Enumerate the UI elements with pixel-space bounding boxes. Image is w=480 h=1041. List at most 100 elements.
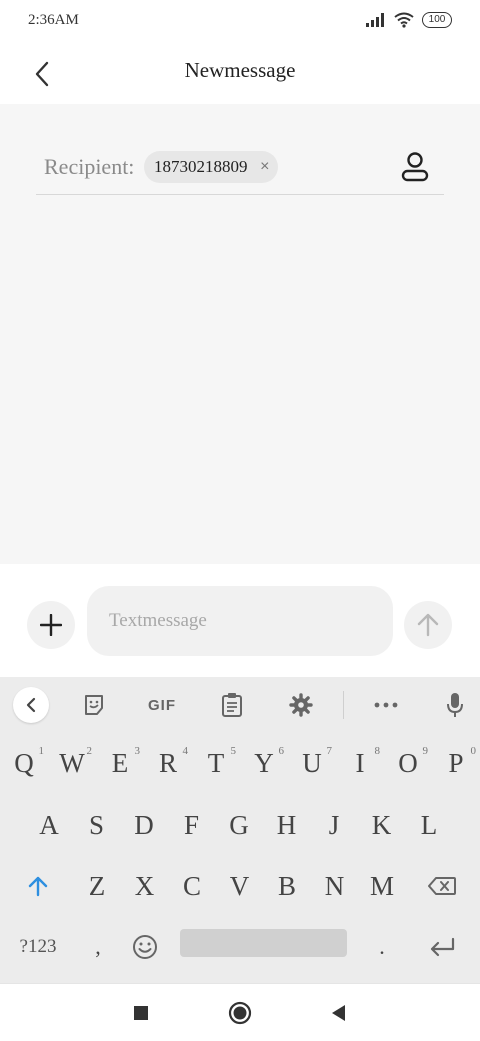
keyboard-collapse-button[interactable] — [13, 687, 49, 723]
key-b[interactable]: B — [264, 858, 310, 914]
toolbar-divider — [343, 691, 344, 719]
recipient-label: Recipient: — [44, 154, 135, 179]
key-number-hint: 3 — [134, 745, 141, 757]
key-r[interactable]: R4 — [144, 735, 192, 791]
key-s[interactable]: S — [74, 797, 120, 853]
triangle-back-icon — [332, 1005, 345, 1021]
sticker-icon — [85, 695, 103, 715]
key-u[interactable]: U7 — [288, 735, 336, 791]
key-number-hint: 1 — [38, 745, 45, 757]
circle-icon — [228, 1001, 252, 1025]
chip-close-icon[interactable]: × — [260, 151, 269, 183]
page-title: Newmessage — [184, 58, 296, 82]
contact-icon[interactable] — [398, 150, 432, 184]
settings-button[interactable] — [287, 687, 315, 723]
recipient-chip-value: 18730218809 — [154, 157, 248, 176]
key-x[interactable]: X — [122, 858, 168, 914]
key-row-3: ZXCVBNM — [0, 858, 480, 914]
key-letter: Q — [14, 747, 34, 778]
key-letter: I — [355, 747, 365, 778]
plus-icon — [40, 614, 62, 636]
key-o[interactable]: O9 — [384, 735, 432, 791]
key-w[interactable]: W2 — [48, 735, 96, 791]
key-p[interactable]: P0 — [432, 735, 480, 791]
key-letter: U — [302, 747, 322, 778]
composer — [0, 564, 480, 677]
key-letter: E — [111, 747, 129, 778]
key-row-4: ?123 , . — [0, 919, 480, 975]
key-letter: O — [398, 747, 418, 778]
backspace-icon — [428, 877, 456, 895]
recents-button[interactable] — [126, 998, 156, 1028]
key-letter: R — [158, 747, 177, 778]
key-row-1: Q1W2E3R4T5Y6U7I8O9P0 — [0, 735, 480, 791]
recipient-row: Recipient: 18730218809 × — [36, 144, 444, 195]
send-button[interactable] — [404, 601, 452, 649]
shift-key[interactable] — [14, 858, 62, 914]
key-number-hint: 8 — [374, 745, 381, 757]
voice-input-button[interactable] — [443, 687, 467, 723]
status-time: 2:36AM — [28, 12, 79, 28]
keyboard: G I F Q 1 W 2 E 3 R 4 T 5 Y 6 U 7 I 8 O 9 … — [0, 677, 480, 983]
key-n[interactable]: N — [312, 858, 358, 914]
shift-icon — [28, 876, 48, 897]
key-h[interactable]: H — [264, 797, 310, 853]
period-key[interactable]: . — [366, 919, 398, 975]
navigation-bar — [0, 983, 480, 1041]
key-i[interactable]: I8 — [336, 735, 384, 791]
gif-button[interactable]: GIF — [144, 687, 180, 723]
key-row-2: ASDFGHJKL — [0, 797, 480, 853]
key-number-hint: 4 — [182, 745, 189, 757]
key-l[interactable]: L — [406, 797, 452, 853]
key-c[interactable]: C — [169, 858, 215, 914]
message-content-area: Recipient: 18730218809 × — [0, 104, 480, 564]
microphone-icon — [447, 693, 463, 717]
key-z[interactable]: Z — [74, 858, 120, 914]
key-letter: P — [448, 747, 464, 778]
sticker-button[interactable] — [80, 687, 108, 723]
key-v[interactable]: V — [217, 858, 263, 914]
comma-key[interactable]: , — [80, 919, 116, 975]
key-number-hint: 6 — [278, 745, 285, 757]
key-letter: Y — [254, 747, 274, 778]
key-k[interactable]: K — [359, 797, 405, 853]
emoji-key[interactable] — [126, 919, 164, 975]
header: Newmessage — [0, 44, 480, 104]
key-d[interactable]: D — [121, 797, 167, 853]
wifi-icon — [394, 12, 414, 28]
clipboard-button[interactable] — [219, 687, 245, 723]
enter-key[interactable] — [420, 919, 464, 975]
add-attachment-button[interactable] — [27, 601, 75, 649]
arrow-up-icon — [417, 613, 439, 637]
more-options-button[interactable] — [372, 687, 400, 723]
backspace-key[interactable] — [420, 858, 464, 914]
key-e[interactable]: E3 — [96, 735, 144, 791]
key-number-hint: 5 — [230, 745, 237, 757]
key-f[interactable]: F — [169, 797, 215, 853]
key-g[interactable]: G — [216, 797, 262, 853]
symbols-key[interactable]: ?123 — [14, 919, 62, 975]
gear-icon — [289, 693, 313, 717]
battery-icon: 100 — [422, 12, 452, 28]
key-y[interactable]: Y6 — [240, 735, 288, 791]
signal-icon — [366, 13, 384, 27]
message-input[interactable] — [87, 586, 393, 656]
key-t[interactable]: T5 — [192, 735, 240, 791]
chevron-left-icon — [26, 697, 36, 713]
key-j[interactable]: J — [311, 797, 357, 853]
status-icons: 100 — [366, 12, 452, 28]
back-nav-button[interactable] — [324, 998, 354, 1028]
key-m[interactable]: M — [359, 858, 405, 914]
space-key[interactable] — [180, 929, 347, 957]
key-letter: W — [59, 747, 85, 778]
keyboard-toolbar: GIF — [0, 677, 480, 733]
more-icon — [374, 702, 398, 708]
key-q[interactable]: Q1 — [0, 735, 48, 791]
key-letter: T — [207, 747, 225, 778]
clipboard-icon — [222, 693, 242, 717]
square-icon — [134, 1006, 148, 1020]
key-number-hint: 0 — [470, 745, 477, 757]
key-a[interactable]: A — [26, 797, 72, 853]
recipient-chip[interactable]: 18730218809 × — [144, 151, 278, 183]
home-button[interactable] — [225, 998, 255, 1028]
